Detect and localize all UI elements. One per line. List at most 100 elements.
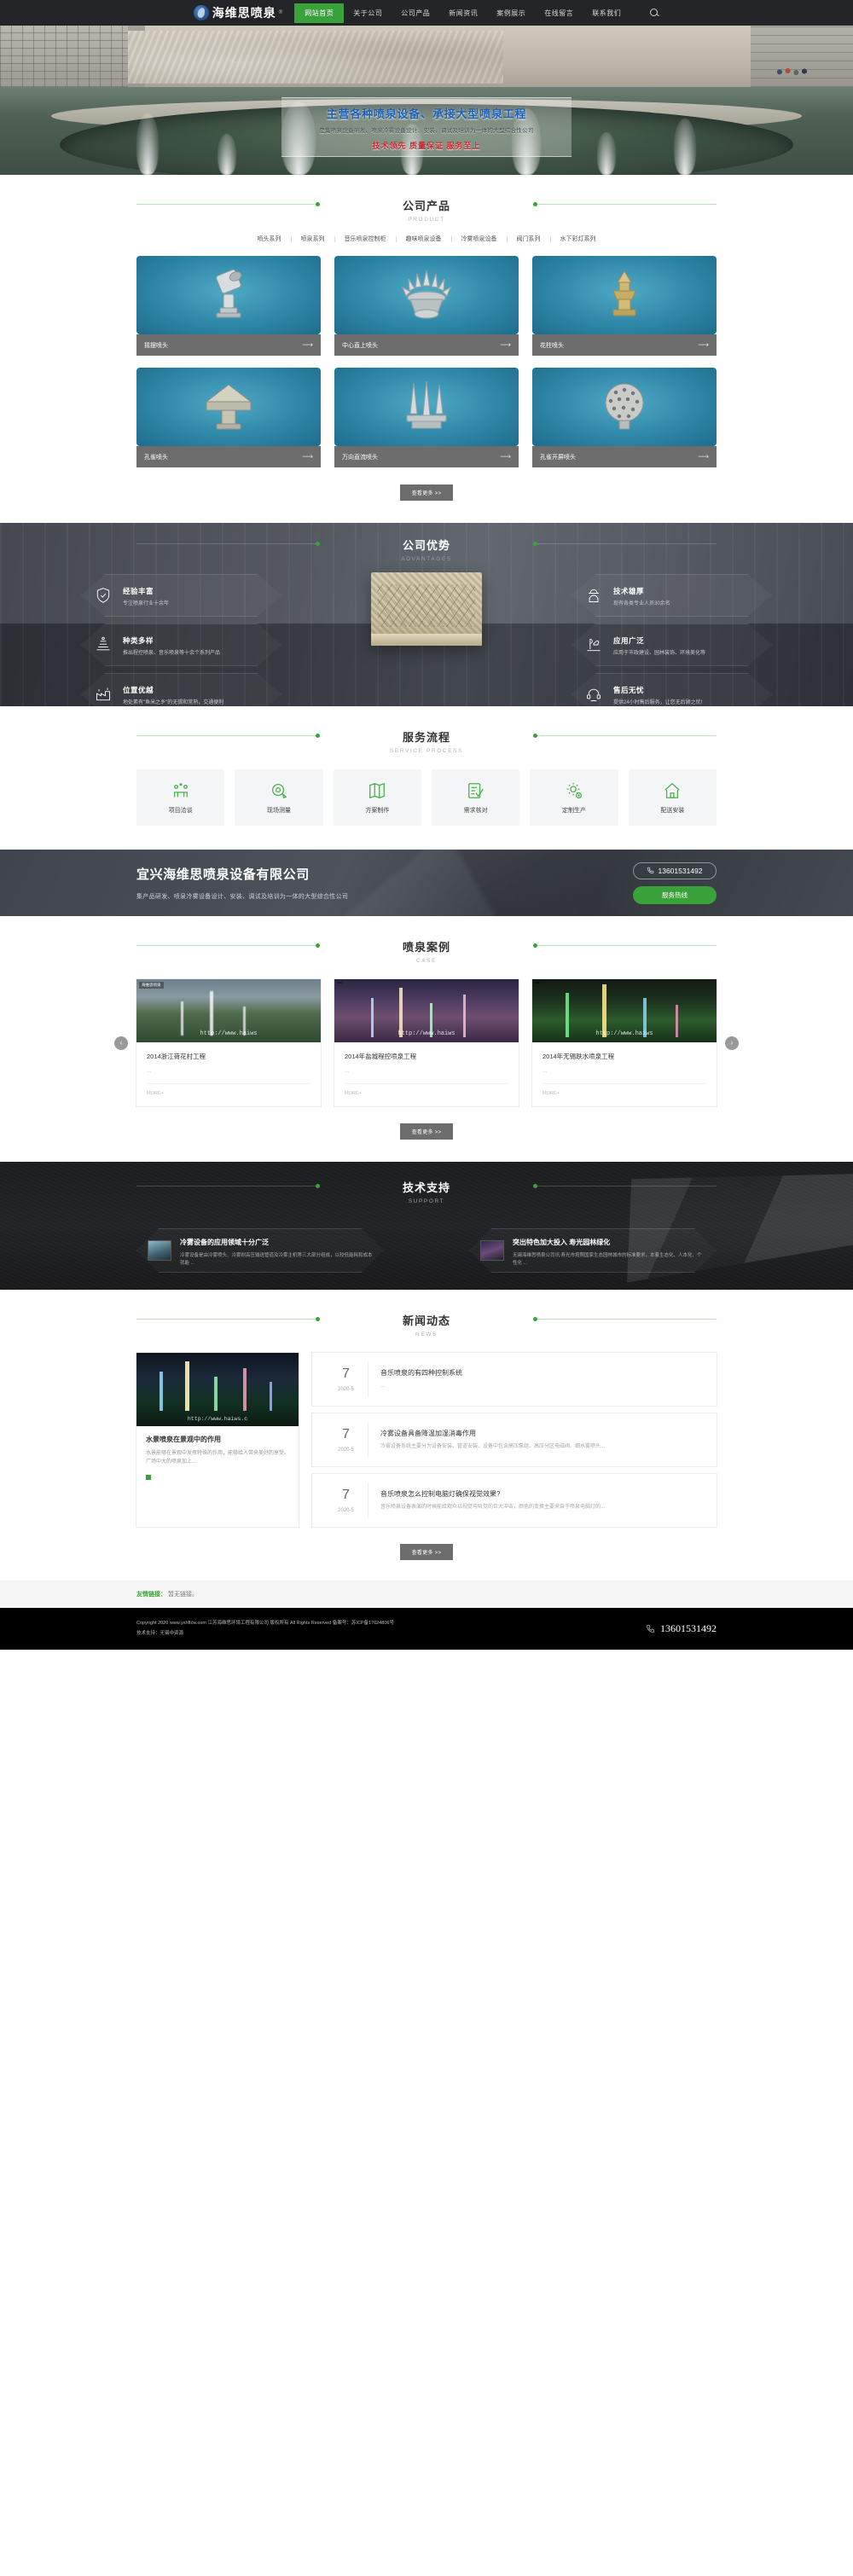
product-card[interactable]: 万向直流喷头 ⟶ xyxy=(334,368,519,467)
product-tab-fun-equipment[interactable]: 趣味喷泉设备 xyxy=(397,236,452,242)
title-rule-left xyxy=(136,542,320,546)
product-card[interactable]: 摇摆喷头 ⟶ xyxy=(136,256,321,356)
case-card[interactable]: http://www.haiws 2014年盐城程控喷泉工程 ... MORE+ xyxy=(334,979,519,1106)
header-inner: 海维思喷泉 ® 网站首页 关于公司 公司产品 新闻资讯 案例展示 在线留言 联系… xyxy=(193,3,659,23)
nav-item-home[interactable]: 网站首页 xyxy=(294,3,345,23)
products-more-button[interactable]: 查看更多 >> xyxy=(400,484,453,501)
news-item[interactable]: 7 2020-5 冷雾设备具备降温加湿消毒作用 冷雾设备系统主要分为设备安装、管… xyxy=(312,1413,717,1466)
case-title: 2014浙江荷花村工程 xyxy=(147,1053,206,1060)
cta-company-name: 宜兴海维思喷泉设备有限公司 xyxy=(136,867,310,882)
product-card[interactable]: 孔雀喷头 ⟶ xyxy=(136,368,321,467)
case-desc: ... xyxy=(345,1069,350,1074)
service-step-check[interactable]: 需求核对 xyxy=(432,769,520,826)
service-step-negotiation[interactable]: 项目洽谈 xyxy=(136,769,225,826)
news-feature-body: 水景喷泉在景观中的作用 水景能够在景观中发挥特殊的作用，能够给人带来美好的享受。… xyxy=(136,1426,299,1490)
news-item-desc: 冷雾设备系统主要分为设备安装、管道安装、设备中包含高压泵组、高压分区电磁阀、细水… xyxy=(380,1443,606,1449)
support-section: 技术支持 SUPPORT 冷雾设备的应用领域十分广泛 冷雾设备是由冷雾喷头、冷雾… xyxy=(0,1162,853,1290)
service-step-label: 方案制作 xyxy=(365,807,390,814)
product-card[interactable]: 孔雀开屏喷头 ⟶ xyxy=(532,368,717,467)
advantage-card-application[interactable]: 应用广泛 应用于市政建设、园林装饰、环境美化等 xyxy=(572,624,772,666)
service-title-cn: 服务流程 xyxy=(402,731,450,744)
phone-icon xyxy=(647,867,654,874)
support-card-cold-fog[interactable]: 冷雾设备的应用领域十分广泛 冷雾设备是由冷雾喷头、冷雾耐高压输送管道及冷雾主机等… xyxy=(136,1228,384,1273)
negotiation-icon xyxy=(173,782,188,797)
advantage-title: 经验丰富 xyxy=(123,587,154,595)
footer-phone[interactable]: 13601531492 xyxy=(646,1622,717,1635)
case-more-link[interactable]: MORE+ xyxy=(147,1083,310,1096)
water-jet xyxy=(136,113,159,175)
advantages-fountain-render xyxy=(371,572,482,646)
nav-item-message[interactable]: 在线留言 xyxy=(535,4,583,22)
cases-next-button[interactable]: › xyxy=(725,1036,739,1050)
registered-mark: ® xyxy=(278,10,283,15)
case-card[interactable]: 海维思喷泉 http://www.haiws 2014浙江荷花村工程 ... M… xyxy=(136,979,321,1106)
logo-icon[interactable] xyxy=(193,5,209,20)
advantage-card-variety[interactable]: 种类多样 推出程控喷泉、音乐喷泉等十余个系列产品 xyxy=(81,624,281,666)
news-item-title: 音乐喷泉怎么控制电脑灯确保视觉效果? xyxy=(380,1489,501,1498)
service-step-production[interactable]: 定制生产 xyxy=(530,769,618,826)
advantage-desc: 推出程控喷泉、音乐喷泉等十余个系列产品 xyxy=(123,651,221,656)
cta-hotline-button[interactable]: 服务热线 xyxy=(633,885,717,904)
product-caption: 万向直流喷头 ⟶ xyxy=(334,446,519,467)
product-tab-fountain[interactable]: 喷泉系列 xyxy=(292,236,335,242)
products-title-cn: 公司产品 xyxy=(402,200,450,212)
support-card-desc: 无锡海维思喷泉公司讯:寿光市按照国家生态园林城市的标准要求，本着生态化、人本化、… xyxy=(513,1253,702,1266)
advantage-title: 种类多样 xyxy=(123,636,154,645)
nav-item-news[interactable]: 新闻资讯 xyxy=(439,4,487,22)
product-caption: 孔雀喷头 ⟶ xyxy=(136,446,321,467)
product-tab-music-cabinet[interactable]: 音乐喷泉控制柜 xyxy=(335,236,397,242)
news-more-button[interactable]: 查看更多 >> xyxy=(400,1544,453,1560)
advantage-card-experience[interactable]: 经验丰富 专注喷泉行业十余年 xyxy=(81,574,281,617)
nav-item-about[interactable]: 关于公司 xyxy=(344,4,392,22)
cases-more-button[interactable]: 查看更多 >> xyxy=(400,1123,453,1140)
service-step-label: 定制生产 xyxy=(561,807,586,814)
news-layout: http://www.haiws.c 水景喷泉在景观中的作用 水景能够在景观中发… xyxy=(136,1353,717,1527)
product-card[interactable]: 中心直上喷头 ⟶ xyxy=(334,256,519,356)
product-name: 孔雀喷头 xyxy=(144,454,168,461)
news-title-block: 新闻动态 NEWS xyxy=(136,1312,717,1337)
product-image xyxy=(334,256,519,334)
case-tagline: 海维思喷泉 xyxy=(139,982,164,989)
product-tab-nozzle[interactable]: 喷头系列 xyxy=(248,236,292,242)
case-watermark: http://www.haiws xyxy=(200,1030,258,1037)
news-month: 2020-5 xyxy=(338,1386,354,1392)
news-item[interactable]: 7 2020-5 音乐喷泉怎么控制电脑灯确保视觉效果? 音乐喷泉设备表演的时候能… xyxy=(312,1474,717,1527)
news-item-body: 音乐喷泉的有四种控制系统 ... xyxy=(368,1361,462,1397)
news-day: 7 xyxy=(342,1366,350,1381)
search-icon[interactable] xyxy=(649,8,659,18)
service-step-plan[interactable]: 方案制作 xyxy=(333,769,421,826)
advantage-card-technology[interactable]: 技术雄厚 现有各类专业人员30余名 xyxy=(572,574,772,617)
product-tab-valve[interactable]: 阀门系列 xyxy=(508,236,551,242)
product-tab-underwater-light[interactable]: 水下彩灯系列 xyxy=(551,236,606,242)
case-more-link[interactable]: MORE+ xyxy=(543,1083,706,1096)
service-step-measure[interactable]: 现场测量 xyxy=(235,769,323,826)
case-image: http://www.haiws xyxy=(532,979,717,1042)
product-tab-cold-fog[interactable]: 冷雾喷泉设备 xyxy=(452,236,508,242)
product-image xyxy=(532,256,717,334)
advantage-desc: 现有各类专业人员30余名 xyxy=(613,601,670,606)
case-card[interactable]: http://www.haiws 2014年无锡跌水喷泉工程 ... MORE+ xyxy=(532,979,717,1106)
nav-item-cases[interactable]: 案例展示 xyxy=(487,4,535,22)
cases-prev-button[interactable]: ‹ xyxy=(114,1036,128,1050)
support-card-landscaping[interactable]: 突出特色加大投入 寿光园林绿化 无锡海维思喷泉公司讯:寿光市按照国家生态园林城市… xyxy=(469,1228,717,1273)
nav-item-products[interactable]: 公司产品 xyxy=(392,4,439,22)
service-title-en: SERVICE PROCESS xyxy=(389,748,463,754)
nav-item-contact[interactable]: 联系我们 xyxy=(583,4,630,22)
case-image: http://www.haiws xyxy=(334,979,519,1042)
advantage-card-aftersales[interactable]: 售后无忧 提供24小时售后服务，让您无后顾之忧! xyxy=(572,673,772,706)
news-feature-card[interactable]: http://www.haiws.c 水景喷泉在景观中的作用 水景能够在景观中发… xyxy=(136,1353,299,1527)
water-jet xyxy=(597,132,616,175)
cta-phone[interactable]: 13601531492 xyxy=(633,862,717,879)
advantage-card-location[interactable]: 位置优越 地处素有"鱼米之乡"的无锡和常熟，交通便利 xyxy=(81,673,281,706)
fountain-icon xyxy=(92,634,114,656)
water-jet xyxy=(674,119,696,175)
news-month: 2020-5 xyxy=(338,1447,354,1453)
cases-section: 喷泉案例 CASE ‹ › 海维思喷泉 http://www.haiws 201… xyxy=(0,916,853,1140)
headset-icon xyxy=(583,683,605,705)
service-step-delivery[interactable]: 配送安装 xyxy=(628,769,717,826)
service-step-label: 现场测量 xyxy=(266,807,291,814)
case-more-link[interactable]: MORE+ xyxy=(345,1083,508,1096)
logo-text[interactable]: 海维思喷泉 xyxy=(212,4,276,21)
product-card[interactable]: 花柱喷头 ⟶ xyxy=(532,256,717,356)
news-item[interactable]: 7 2020-5 音乐喷泉的有四种控制系统 ... xyxy=(312,1353,717,1406)
